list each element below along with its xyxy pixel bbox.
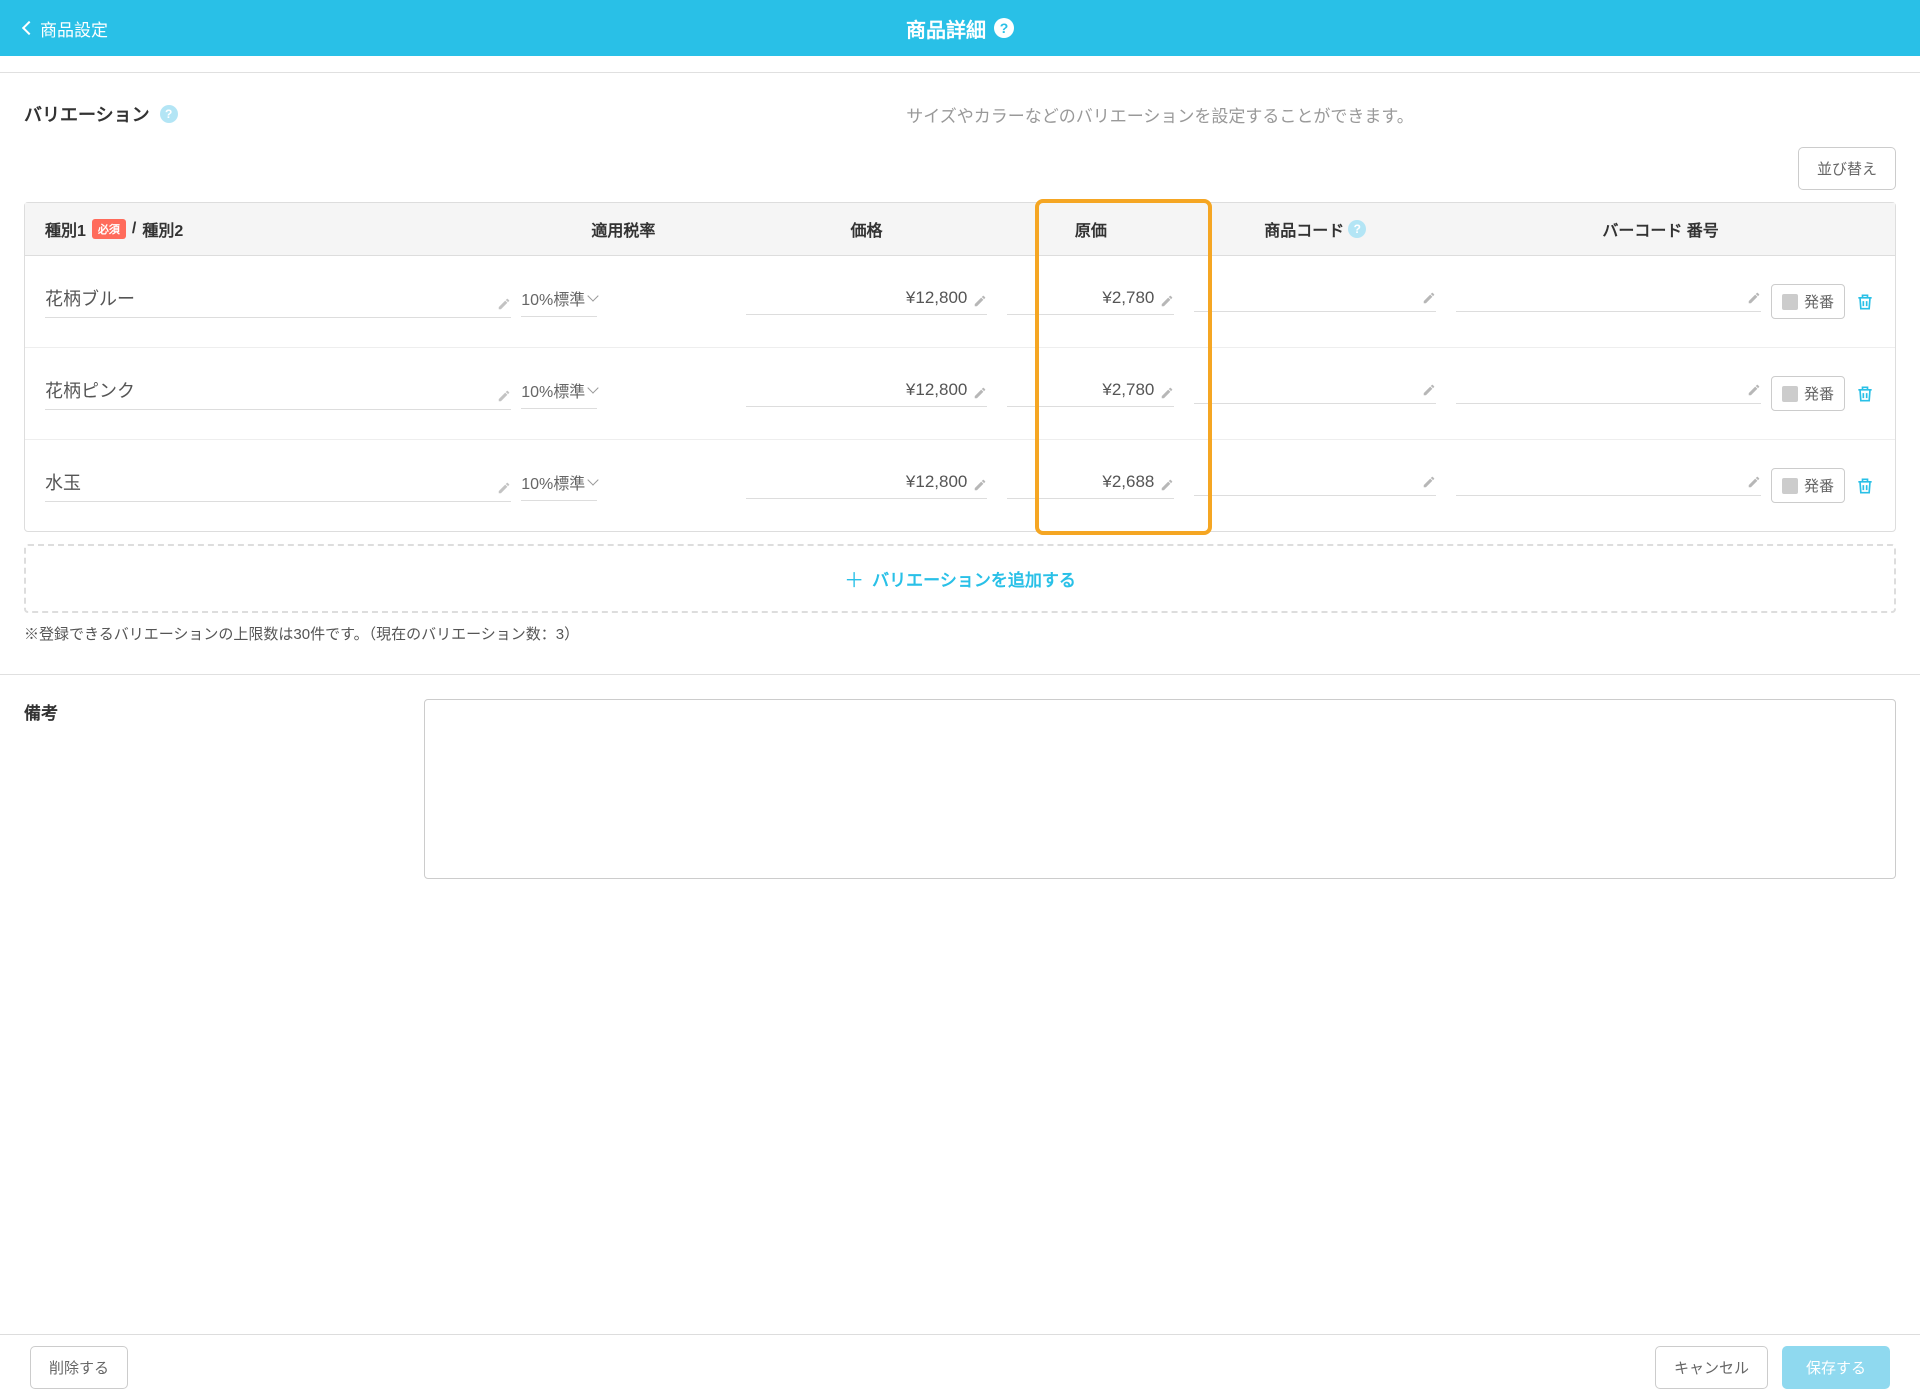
price-value: ¥12,800	[746, 472, 968, 492]
product-code-cell[interactable]	[1184, 475, 1446, 496]
tax-rate-value: 10%標準	[521, 378, 585, 402]
pencil-icon	[1422, 475, 1436, 489]
delete-row-icon[interactable]	[1855, 291, 1875, 313]
col-header-barcode: バーコード 番号	[1446, 217, 1895, 241]
delete-button[interactable]: 削除する	[30, 1346, 128, 1389]
variation-name-cell[interactable]: 水玉	[25, 469, 511, 502]
variation-name: 花柄ブルー	[45, 285, 135, 311]
section-label-text: バリエーション	[24, 101, 150, 127]
price-value: ¥12,800	[746, 380, 968, 400]
pencil-icon	[1747, 475, 1761, 489]
app-header: 商品設定 商品詳細 ?	[0, 0, 1920, 56]
barcode-icon	[1782, 294, 1798, 310]
pencil-icon	[1160, 294, 1174, 308]
table-row: 花柄ピンク 10%標準 ¥12,800 ¥2,780 発番	[25, 348, 1895, 440]
pencil-icon	[1422, 383, 1436, 397]
help-icon[interactable]: ?	[1348, 220, 1366, 238]
table-row: 花柄ブルー 10%標準 ¥12,800 ¥2,780 発番	[25, 256, 1895, 348]
barcode-icon	[1782, 386, 1798, 402]
chevron-down-icon	[588, 290, 599, 301]
remarks-textarea[interactable]	[424, 699, 1896, 879]
price-value: ¥12,800	[746, 288, 968, 308]
pencil-icon	[1747, 383, 1761, 397]
pencil-icon	[973, 294, 987, 308]
variation-name-cell[interactable]: 花柄ピンク	[25, 377, 511, 410]
back-button[interactable]: 商品設定	[24, 16, 108, 41]
issue-barcode-button[interactable]: 発番	[1771, 468, 1845, 503]
delete-row-icon[interactable]	[1855, 475, 1875, 497]
barcode-cell[interactable]	[1456, 475, 1761, 496]
cost-cell[interactable]: ¥2,780	[997, 380, 1184, 407]
pencil-icon	[497, 481, 511, 495]
tax-rate-value: 10%標準	[521, 286, 585, 310]
product-code-cell[interactable]	[1184, 383, 1446, 404]
variation-name: 花柄ピンク	[45, 377, 135, 403]
limit-note: ※登録できるバリエーションの上限数は30件です。（現在のバリエーション数：3）	[0, 613, 1920, 674]
tax-rate-value: 10%標準	[521, 470, 585, 494]
sort-button[interactable]: 並び替え	[1798, 147, 1896, 190]
plus-icon: ＋	[844, 564, 864, 593]
delete-row-icon[interactable]	[1855, 383, 1875, 405]
chevron-left-icon	[22, 21, 36, 35]
cancel-button[interactable]: キャンセル	[1655, 1346, 1768, 1389]
tax-rate-select[interactable]: 10%標準	[511, 378, 735, 409]
barcode-cell[interactable]	[1456, 383, 1761, 404]
price-cell[interactable]: ¥12,800	[736, 380, 998, 407]
issue-label: 発番	[1804, 383, 1834, 404]
cost-value: ¥2,688	[1007, 472, 1154, 492]
add-variation-button[interactable]: ＋ バリエーションを追加する	[24, 544, 1896, 613]
variation-table: 種別1 必須 / 種別2 適用税率 価格 原価 商品コード ? バーコード 番号…	[24, 202, 1896, 532]
footer-bar: 削除する キャンセル 保存する	[0, 1334, 1920, 1400]
cost-cell[interactable]: ¥2,688	[997, 472, 1184, 499]
pencil-icon	[1160, 386, 1174, 400]
issue-label: 発番	[1804, 475, 1834, 496]
back-label: 商品設定	[40, 16, 108, 41]
pencil-icon	[497, 389, 511, 403]
required-badge: 必須	[92, 219, 126, 239]
col-header-cost: 原価	[997, 217, 1184, 241]
col-type-sep: /	[132, 220, 136, 238]
pencil-icon	[1422, 291, 1436, 305]
tax-rate-select[interactable]: 10%標準	[511, 470, 735, 501]
barcode-icon	[1782, 478, 1798, 494]
barcode-cell[interactable]	[1456, 291, 1761, 312]
col-header-code: 商品コード ?	[1184, 217, 1446, 241]
page-title: 商品詳細 ?	[906, 14, 1014, 43]
pencil-icon	[973, 386, 987, 400]
tax-rate-select[interactable]: 10%標準	[511, 286, 735, 317]
cost-value: ¥2,780	[1007, 380, 1154, 400]
pencil-icon	[973, 478, 987, 492]
help-icon[interactable]: ?	[994, 18, 1014, 38]
chevron-down-icon	[588, 382, 599, 393]
col-header-price: 価格	[736, 217, 998, 241]
issue-barcode-button[interactable]: 発番	[1771, 376, 1845, 411]
col-type2: 種別2	[142, 217, 183, 241]
add-variation-label: バリエーションを追加する	[872, 566, 1076, 591]
pencil-icon	[1160, 478, 1174, 492]
col-type1: 種別1	[45, 217, 86, 241]
cost-value: ¥2,780	[1007, 288, 1154, 308]
pencil-icon	[497, 297, 511, 311]
product-code-cell[interactable]	[1184, 291, 1446, 312]
col-code-text: 商品コード	[1264, 217, 1344, 241]
table-header-row: 種別1 必須 / 種別2 適用税率 価格 原価 商品コード ? バーコード 番号	[25, 203, 1895, 256]
cost-cell[interactable]: ¥2,780	[997, 288, 1184, 315]
pencil-icon	[1747, 291, 1761, 305]
remarks-label: 備考	[24, 699, 384, 879]
variation-name-cell[interactable]: 花柄ブルー	[25, 285, 511, 318]
section-label: バリエーション ?	[24, 101, 424, 127]
chevron-down-icon	[588, 474, 599, 485]
price-cell[interactable]: ¥12,800	[736, 288, 998, 315]
page-title-text: 商品詳細	[906, 14, 986, 43]
issue-label: 発番	[1804, 291, 1834, 312]
col-header-type: 種別1 必須 / 種別2	[25, 217, 511, 241]
table-row: 水玉 10%標準 ¥12,800 ¥2,688 発番	[25, 440, 1895, 531]
col-header-tax: 適用税率	[511, 217, 735, 241]
save-button[interactable]: 保存する	[1782, 1346, 1890, 1389]
help-icon[interactable]: ?	[160, 105, 178, 123]
issue-barcode-button[interactable]: 発番	[1771, 284, 1845, 319]
price-cell[interactable]: ¥12,800	[736, 472, 998, 499]
variation-name: 水玉	[45, 469, 81, 495]
section-description: サイズやカラーなどのバリエーションを設定することができます。	[424, 102, 1896, 127]
